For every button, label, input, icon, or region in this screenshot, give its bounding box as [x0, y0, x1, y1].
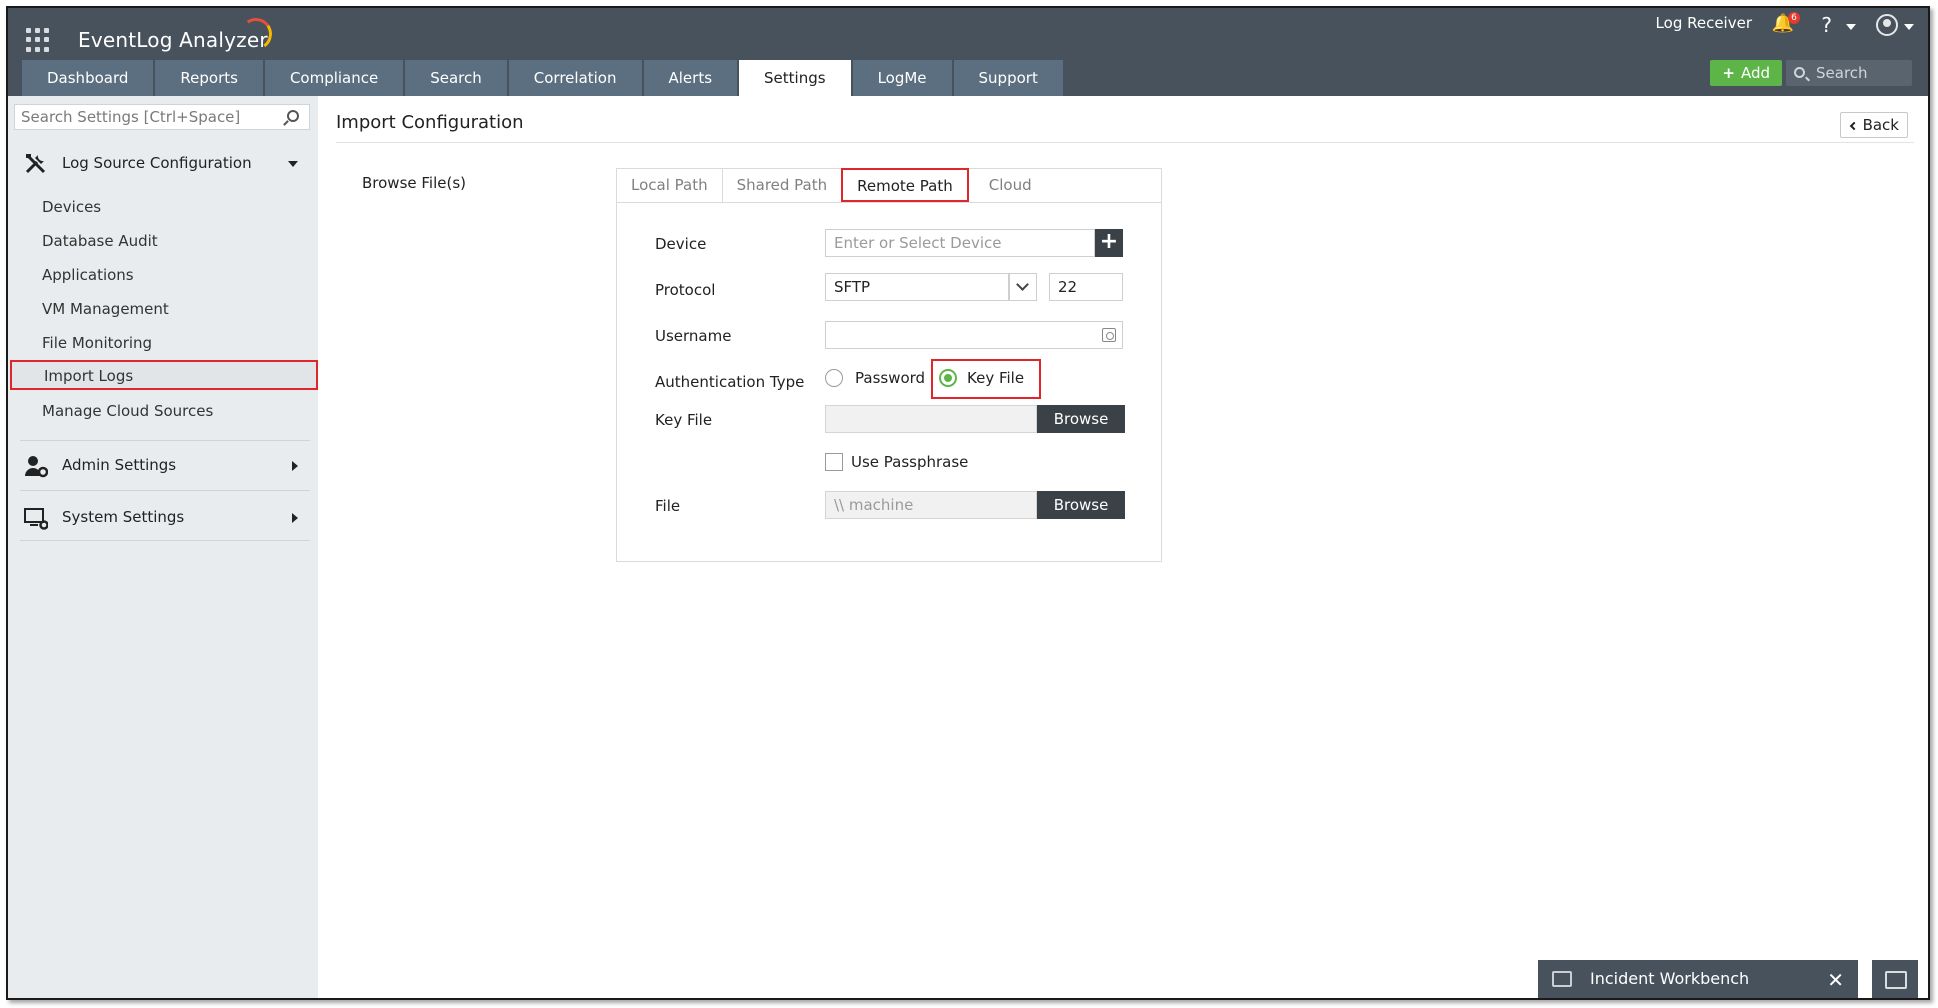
file-path-field[interactable]: \\ machine [825, 491, 1037, 519]
incident-workbench-label: Incident Workbench [1590, 969, 1750, 988]
tab-logme[interactable]: LogMe [852, 60, 952, 96]
title-divider [336, 142, 1914, 143]
tab-local-path[interactable]: Local Path [617, 169, 723, 203]
monitor-gear-icon [24, 508, 48, 530]
use-passphrase-checkbox[interactable] [825, 453, 843, 471]
sidebar-group-admin-settings[interactable]: Admin Settings [20, 446, 310, 486]
protocol-value: SFTP [834, 278, 871, 296]
global-search-input[interactable]: Search [1786, 60, 1912, 86]
notification-count-badge: 6 [1788, 12, 1800, 24]
sidebar-divider [20, 440, 310, 441]
settings-search-placeholder: Search Settings [Ctrl+Space] [21, 108, 241, 126]
back-button[interactable]: Back [1839, 112, 1908, 138]
sidebar-group-label: Admin Settings [62, 456, 177, 474]
protocol-label: Protocol [655, 281, 716, 299]
username-label: Username [655, 327, 732, 345]
global-search-placeholder: Search [1816, 64, 1868, 82]
sidebar-item-manage-cloud-sources[interactable]: Manage Cloud Sources [42, 402, 213, 420]
port-input[interactable]: 22 [1049, 273, 1123, 301]
chevron-right-icon [292, 461, 298, 471]
keyfile-label: Key File [655, 411, 713, 429]
chevron-down-icon [288, 161, 298, 167]
apps-grid-icon[interactable] [26, 28, 50, 52]
app-window: EventLog Analyzer Log Receiver 🔔 6 ? Das… [6, 6, 1930, 1000]
tab-alerts[interactable]: Alerts [643, 60, 738, 96]
username-input[interactable] [825, 321, 1123, 349]
file-label: File [655, 497, 681, 515]
admin-user-gear-icon [25, 456, 48, 478]
sidebar-group-log-source-configuration[interactable]: Log Source Configuration [20, 144, 310, 184]
top-header: EventLog Analyzer Log Receiver 🔔 6 ? Das… [8, 8, 1928, 96]
auth-type-label: Authentication Type [655, 373, 805, 391]
add-button[interactable]: + Add [1710, 60, 1782, 86]
sidebar-item-import-logs[interactable]: Import Logs [10, 360, 318, 390]
auth-password-label[interactable]: Password [855, 369, 925, 387]
sidebar-item-vm-management[interactable]: VM Management [42, 300, 169, 318]
plus-icon: + [1722, 64, 1735, 82]
chevron-right-icon [292, 513, 298, 523]
user-caret-icon[interactable] [1904, 24, 1914, 30]
chat-icon[interactable] [1872, 960, 1918, 998]
sidebar-group-label: System Settings [62, 508, 185, 526]
port-value: 22 [1058, 278, 1078, 296]
sidebar-item-file-monitoring[interactable]: File Monitoring [42, 334, 152, 352]
sidebar-divider [20, 490, 310, 491]
path-type-tabs: Local Path Shared Path Remote Path Cloud [617, 168, 1161, 203]
chevron-left-icon [1849, 121, 1858, 131]
auth-keyfile-radio[interactable] [939, 369, 957, 387]
tab-shared-path[interactable]: Shared Path [723, 169, 842, 203]
search-icon [1794, 67, 1805, 78]
incident-workbench-bar[interactable]: Incident Workbench ✕ [1538, 960, 1858, 998]
tools-icon [25, 154, 46, 174]
search-icon[interactable] [287, 110, 299, 122]
device-placeholder: Enter or Select Device [834, 234, 1002, 252]
tab-search[interactable]: Search [405, 60, 507, 96]
workbench-icon [1552, 971, 1572, 987]
auth-password-radio[interactable] [825, 369, 843, 387]
tab-dashboard[interactable]: Dashboard [22, 60, 154, 96]
sidebar-item-database-audit[interactable]: Database Audit [42, 232, 158, 250]
tab-remote-path[interactable]: Remote Path [841, 168, 969, 202]
import-source-panel: Local Path Shared Path Remote Path Cloud… [616, 168, 1162, 562]
credential-icon[interactable] [1102, 328, 1116, 342]
sidebar-divider [20, 540, 310, 541]
settings-search-input[interactable]: Search Settings [Ctrl+Space] [14, 104, 310, 130]
tab-cloud[interactable]: Cloud [975, 169, 1046, 203]
file-browse-button[interactable]: Browse [1037, 491, 1125, 519]
sidebar-item-devices[interactable]: Devices [42, 198, 101, 216]
protocol-select[interactable]: SFTP [825, 273, 1009, 301]
tab-reports[interactable]: Reports [155, 60, 263, 96]
settings-sidebar: Search Settings [Ctrl+Space] Log Source … [8, 96, 318, 998]
help-caret-icon[interactable] [1846, 24, 1856, 30]
chevron-down-icon[interactable] [1009, 273, 1037, 301]
keyfile-path-field [825, 405, 1037, 433]
close-icon[interactable]: ✕ [1827, 968, 1844, 992]
tab-support[interactable]: Support [953, 60, 1063, 96]
use-passphrase-label[interactable]: Use Passphrase [851, 453, 968, 471]
auth-keyfile-label[interactable]: Key File [967, 369, 1024, 387]
device-label: Device [655, 235, 707, 253]
sidebar-item-applications[interactable]: Applications [42, 266, 134, 284]
help-icon[interactable]: ? [1821, 13, 1832, 37]
device-input[interactable]: Enter or Select Device [825, 229, 1095, 257]
tab-compliance[interactable]: Compliance [264, 60, 404, 96]
page-title: Import Configuration [336, 112, 524, 133]
main-nav-tabs: Dashboard Reports Compliance Search Corr… [22, 60, 1065, 96]
back-button-label: Back [1862, 116, 1899, 134]
tab-correlation[interactable]: Correlation [508, 60, 642, 96]
log-receiver-link[interactable]: Log Receiver [1656, 14, 1752, 32]
keyfile-browse-button[interactable]: Browse [1037, 405, 1125, 433]
add-button-label: Add [1740, 64, 1770, 82]
file-placeholder: \\ machine [834, 496, 914, 514]
tab-settings[interactable]: Settings [739, 60, 851, 96]
sidebar-group-label: Log Source Configuration [62, 154, 252, 172]
add-device-button[interactable]: + [1095, 229, 1123, 257]
user-avatar-icon[interactable] [1876, 14, 1898, 36]
sidebar-group-system-settings[interactable]: System Settings [20, 498, 310, 538]
browse-files-label: Browse File(s) [362, 174, 467, 192]
